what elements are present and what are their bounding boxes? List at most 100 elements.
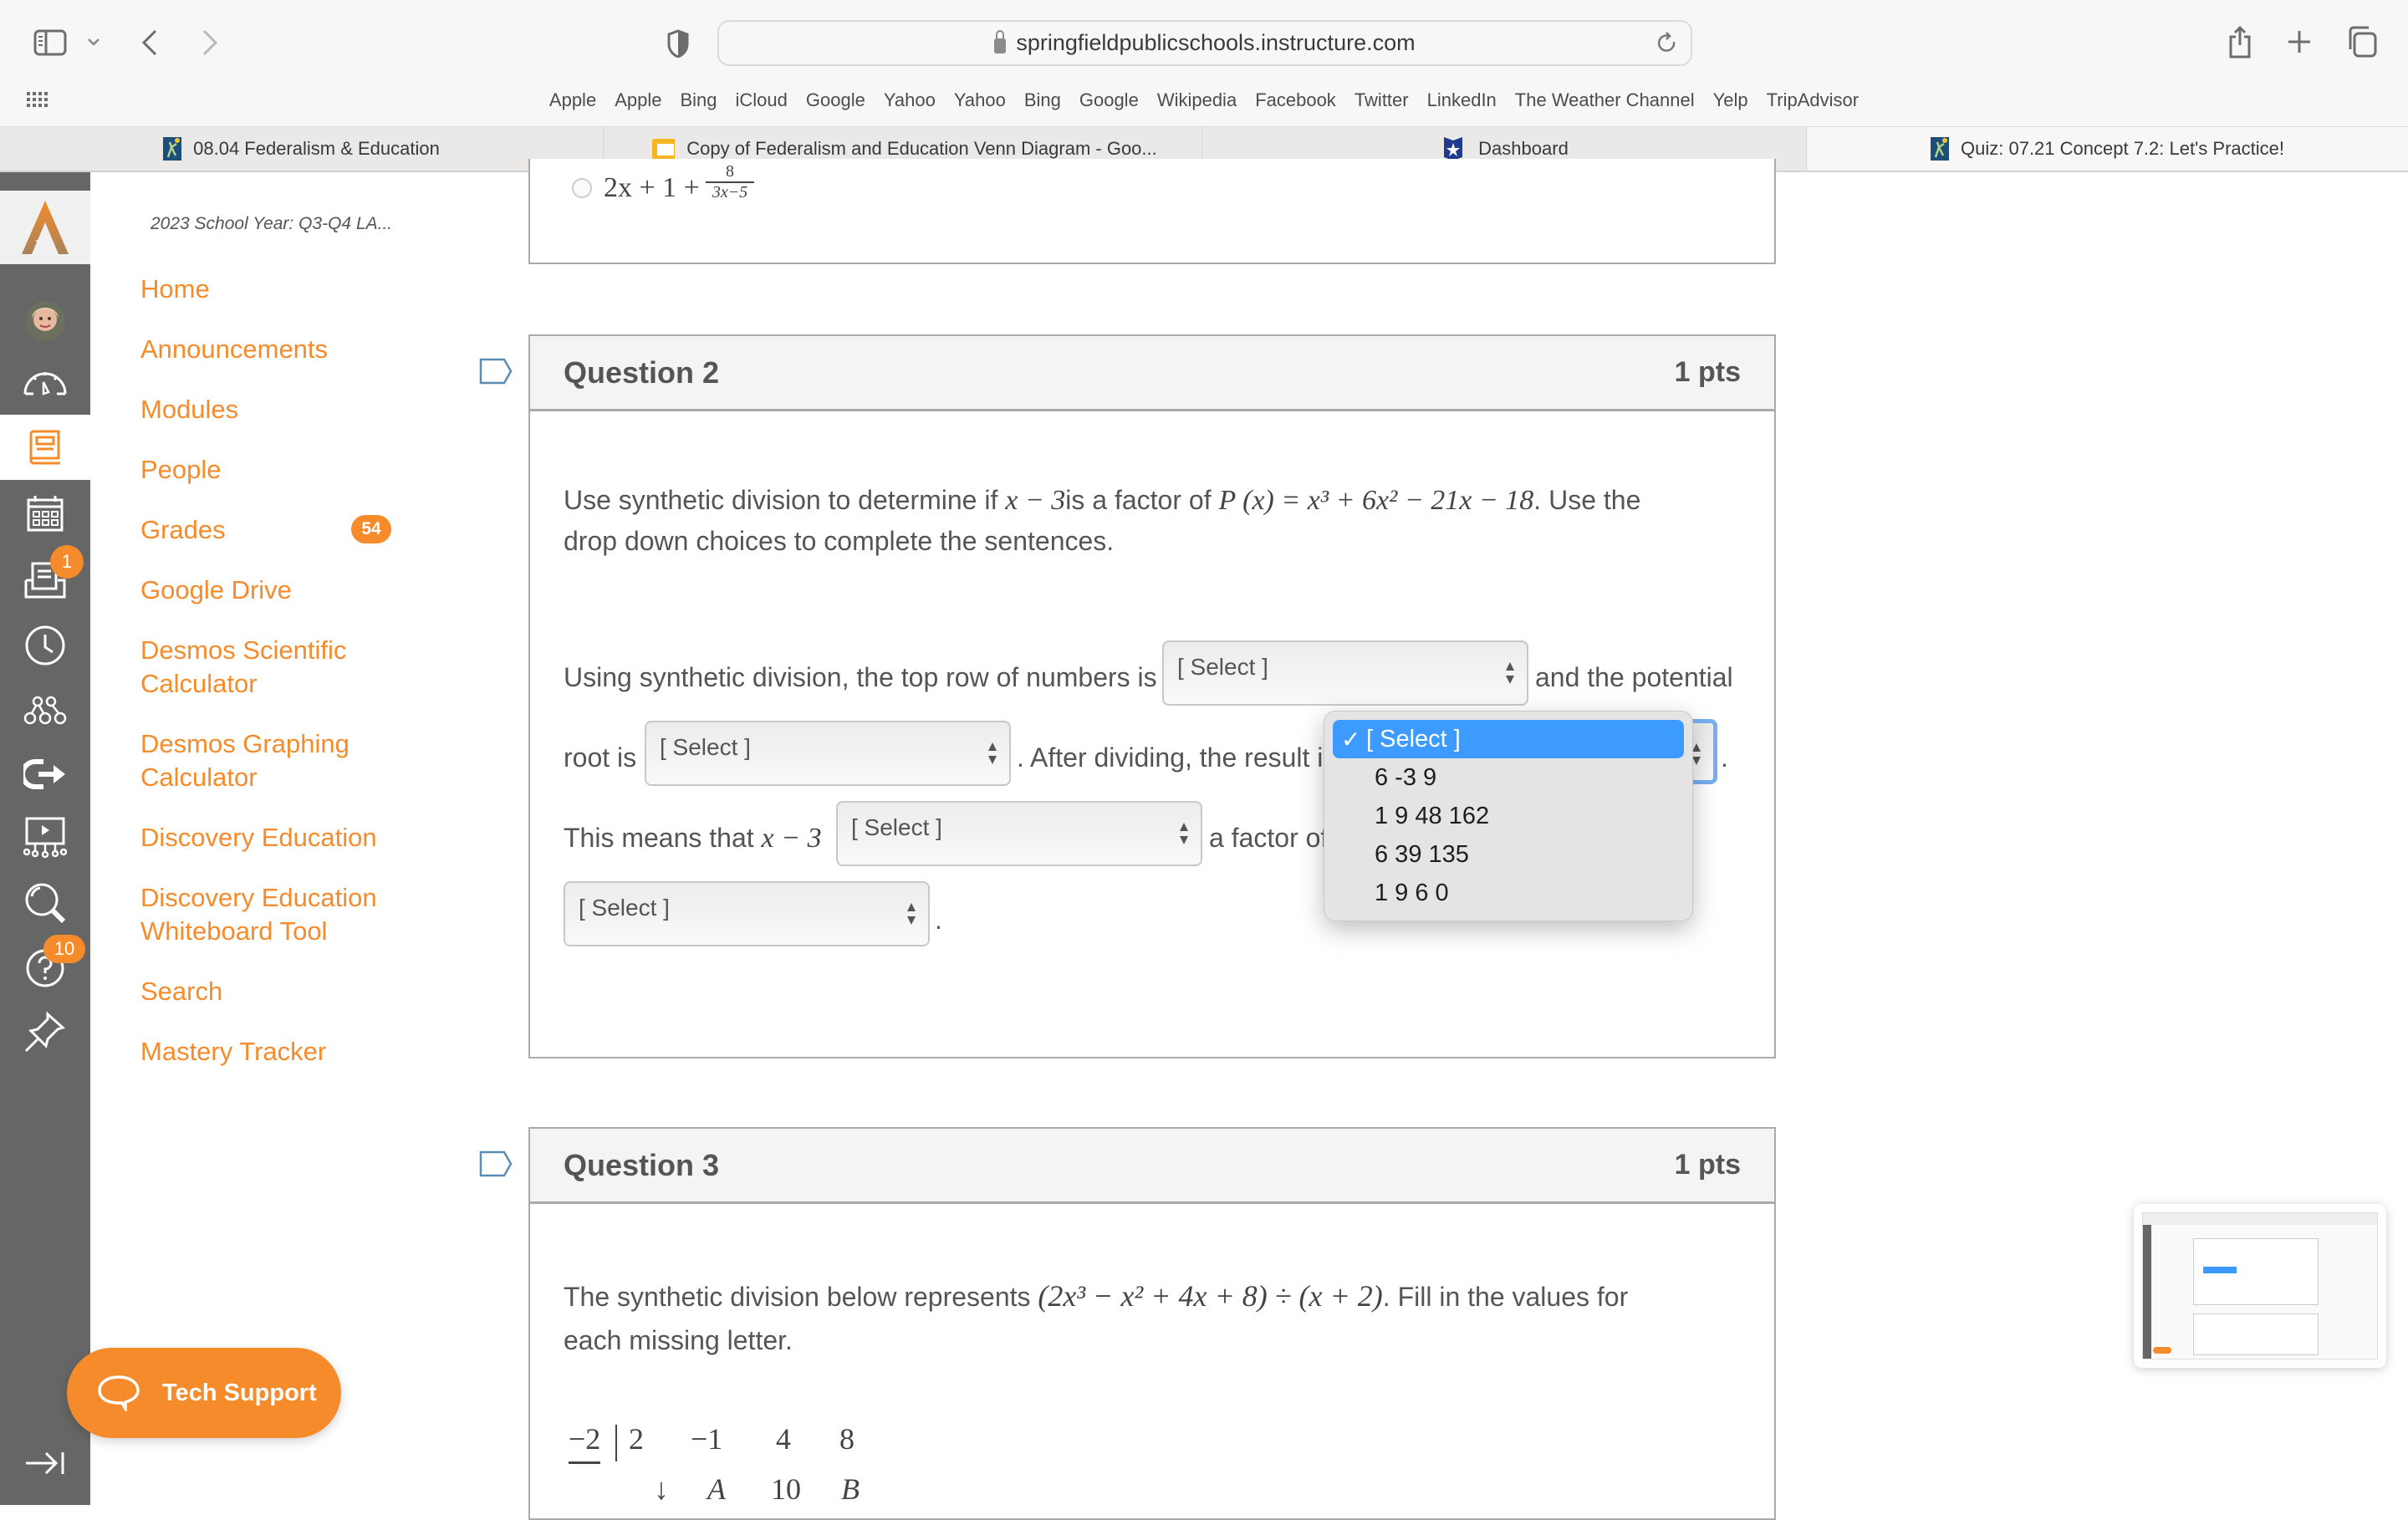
pin-icon[interactable] — [0, 1002, 90, 1062]
dropdown-option[interactable]: 6 -3 9 — [1333, 758, 1684, 797]
inbox-icon[interactable]: 1 — [0, 545, 90, 610]
logout-icon[interactable] — [0, 744, 90, 804]
potential-root-select[interactable]: [ Select ] — [645, 721, 1011, 786]
coefficient: −1 — [691, 1422, 723, 1456]
nav-label-line: Whiteboard Tool — [140, 916, 328, 946]
nav-grades[interactable]: Grades — [140, 513, 226, 547]
option-label: 6 -3 9 — [1375, 763, 1437, 791]
tab-federalism-education[interactable]: 08.04 Federalism & Education — [0, 127, 604, 171]
reload-icon[interactable] — [1657, 32, 1677, 59]
bookmark-yahoo[interactable]: Yahoo — [945, 89, 1015, 111]
dropdown-option[interactable]: 6 39 135 — [1333, 835, 1684, 874]
bookmark-weather-channel[interactable]: The Weather Channel — [1506, 89, 1704, 111]
flag-question-icon[interactable] — [479, 358, 513, 385]
bookmark-linkedin[interactable]: LinkedIn — [1418, 89, 1506, 111]
search-icon[interactable] — [0, 873, 90, 933]
tech-support-button[interactable]: Tech Support — [67, 1348, 341, 1438]
missing-value: B — [841, 1472, 860, 1506]
nav-announcements[interactable]: Announcements — [140, 333, 328, 366]
forward-icon[interactable] — [197, 27, 222, 59]
address-bar[interactable]: springfieldpublicschools.instructure.com — [717, 20, 1692, 66]
nav-people[interactable]: People — [140, 453, 222, 487]
nav-home[interactable]: Home — [140, 273, 210, 306]
answer-option[interactable]: 2x + 1 + 8 3x−5 — [572, 162, 754, 204]
bookmark-google[interactable]: Google — [797, 89, 875, 111]
question-header: Question 2 1 pts — [530, 336, 1774, 411]
calendar-icon[interactable] — [0, 483, 90, 543]
bookmark-yelp[interactable]: Yelp — [1704, 89, 1758, 111]
sentence-text: . — [935, 905, 942, 935]
chevron-down-icon[interactable] — [84, 32, 104, 52]
bookmark-tripadvisor[interactable]: TripAdvisor — [1758, 89, 1868, 111]
nav-desmos-graphing[interactable]: Desmos Graphing Calculator — [140, 727, 349, 794]
bookmark-icloud[interactable]: iCloud — [727, 89, 797, 111]
dropdown-menu: ✓ [ Select ] 6 -3 9 1 9 48 162 6 39 135 … — [1324, 711, 1693, 921]
privacy-shield-icon[interactable] — [666, 27, 691, 60]
school-logo-icon — [1931, 137, 1950, 161]
nav-label-line: Calculator — [140, 763, 258, 792]
history-icon[interactable] — [0, 615, 90, 676]
prompt-text: Use synthetic division to determine if — [564, 485, 1006, 515]
division-bar — [615, 1425, 617, 1461]
bookmark-wikipedia[interactable]: Wikipedia — [1148, 89, 1246, 111]
bookmark-apple[interactable]: Apple — [605, 89, 671, 111]
prompt-text: . Use the — [1533, 485, 1641, 515]
browser-toolbar: springfieldpublicschools.instructure.com… — [0, 0, 2408, 127]
question-points: 1 pts — [1674, 1149, 1741, 1181]
help-icon[interactable]: 10 — [0, 935, 90, 998]
nav-modules[interactable]: Modules — [140, 393, 238, 426]
nav-discovery-education[interactable]: Discovery Education — [140, 821, 377, 854]
bookmark-google[interactable]: Google — [1070, 89, 1148, 111]
dashboard-icon[interactable] — [0, 351, 90, 411]
url-text: springfieldpublicschools.instructure.com — [1016, 30, 1416, 55]
screenshot-thumbnail[interactable] — [2134, 1204, 2386, 1368]
product-value: 10 — [771, 1472, 801, 1506]
share-icon[interactable] — [2226, 23, 2254, 60]
dropdown-option[interactable]: 1 9 6 0 — [1333, 874, 1684, 912]
sidebar-toggle-icon[interactable] — [32, 27, 69, 59]
is-factor-select[interactable]: [ Select ] — [836, 801, 1202, 866]
coefficient: 2 — [629, 1422, 644, 1456]
coefficient: 4 — [776, 1422, 791, 1456]
select-value: [ Select ] — [660, 734, 751, 760]
coefficient: 8 — [839, 1422, 855, 1456]
sentence-text: root is — [564, 742, 637, 773]
bookmark-bing[interactable]: Bing — [671, 89, 726, 111]
groups-icon[interactable] — [0, 681, 90, 741]
back-icon[interactable] — [137, 27, 162, 59]
courses-icon[interactable] — [0, 415, 90, 480]
nav-google-drive[interactable]: Google Drive — [140, 574, 292, 607]
bookmark-facebook[interactable]: Facebook — [1246, 89, 1345, 111]
question-points: 1 pts — [1674, 356, 1741, 388]
tab-overview-icon[interactable] — [2344, 25, 2378, 59]
star-shield-icon — [1444, 137, 1463, 161]
nav-mastery-tracker[interactable]: Mastery Tracker — [140, 1035, 326, 1069]
dropdown-option[interactable]: 1 9 48 162 — [1333, 797, 1684, 835]
answer-expression: 2x + 1 + — [604, 172, 700, 203]
bookmark-twitter[interactable]: Twitter — [1345, 89, 1418, 111]
collapse-nav-icon[interactable] — [0, 1433, 90, 1493]
prompt-text: each missing letter. — [564, 1325, 793, 1355]
studio-icon[interactable] — [0, 808, 90, 868]
question-prompt: The synthetic division below represents … — [564, 1274, 1751, 1362]
flag-question-icon[interactable] — [479, 1150, 513, 1177]
bookmark-bing[interactable]: Bing — [1015, 89, 1070, 111]
new-tab-icon[interactable] — [2284, 27, 2314, 57]
sentence-text: and the potential — [1535, 662, 1733, 692]
remainder-select[interactable]: [ Select ] — [564, 881, 930, 946]
grades-badge: 54 — [351, 515, 391, 543]
nav-desmos-scientific[interactable]: Desmos Scientific Calculator — [140, 634, 346, 701]
math-expression: x − 3 — [761, 823, 822, 854]
math-expression: P (x) = x³ + 6x² − 21x − 18 — [1218, 485, 1534, 516]
nav-discovery-whiteboard[interactable]: Discovery Education Whiteboard Tool — [140, 881, 377, 948]
nav-search[interactable]: Search — [140, 975, 222, 1008]
tab-quiz[interactable]: Quiz: 07.21 Concept 7.2: Let's Practice! — [1807, 127, 2408, 171]
radio-button[interactable] — [572, 178, 592, 198]
dropdown-option[interactable]: ✓ [ Select ] — [1333, 720, 1684, 758]
top-row-select[interactable]: [ Select ] — [1162, 640, 1528, 706]
bookmark-yahoo[interactable]: Yahoo — [875, 89, 945, 111]
account-avatar[interactable] — [0, 291, 90, 351]
school-logo-icon — [163, 137, 182, 161]
canvas-logo[interactable] — [0, 191, 90, 264]
bookmark-apple[interactable]: Apple — [540, 89, 605, 111]
